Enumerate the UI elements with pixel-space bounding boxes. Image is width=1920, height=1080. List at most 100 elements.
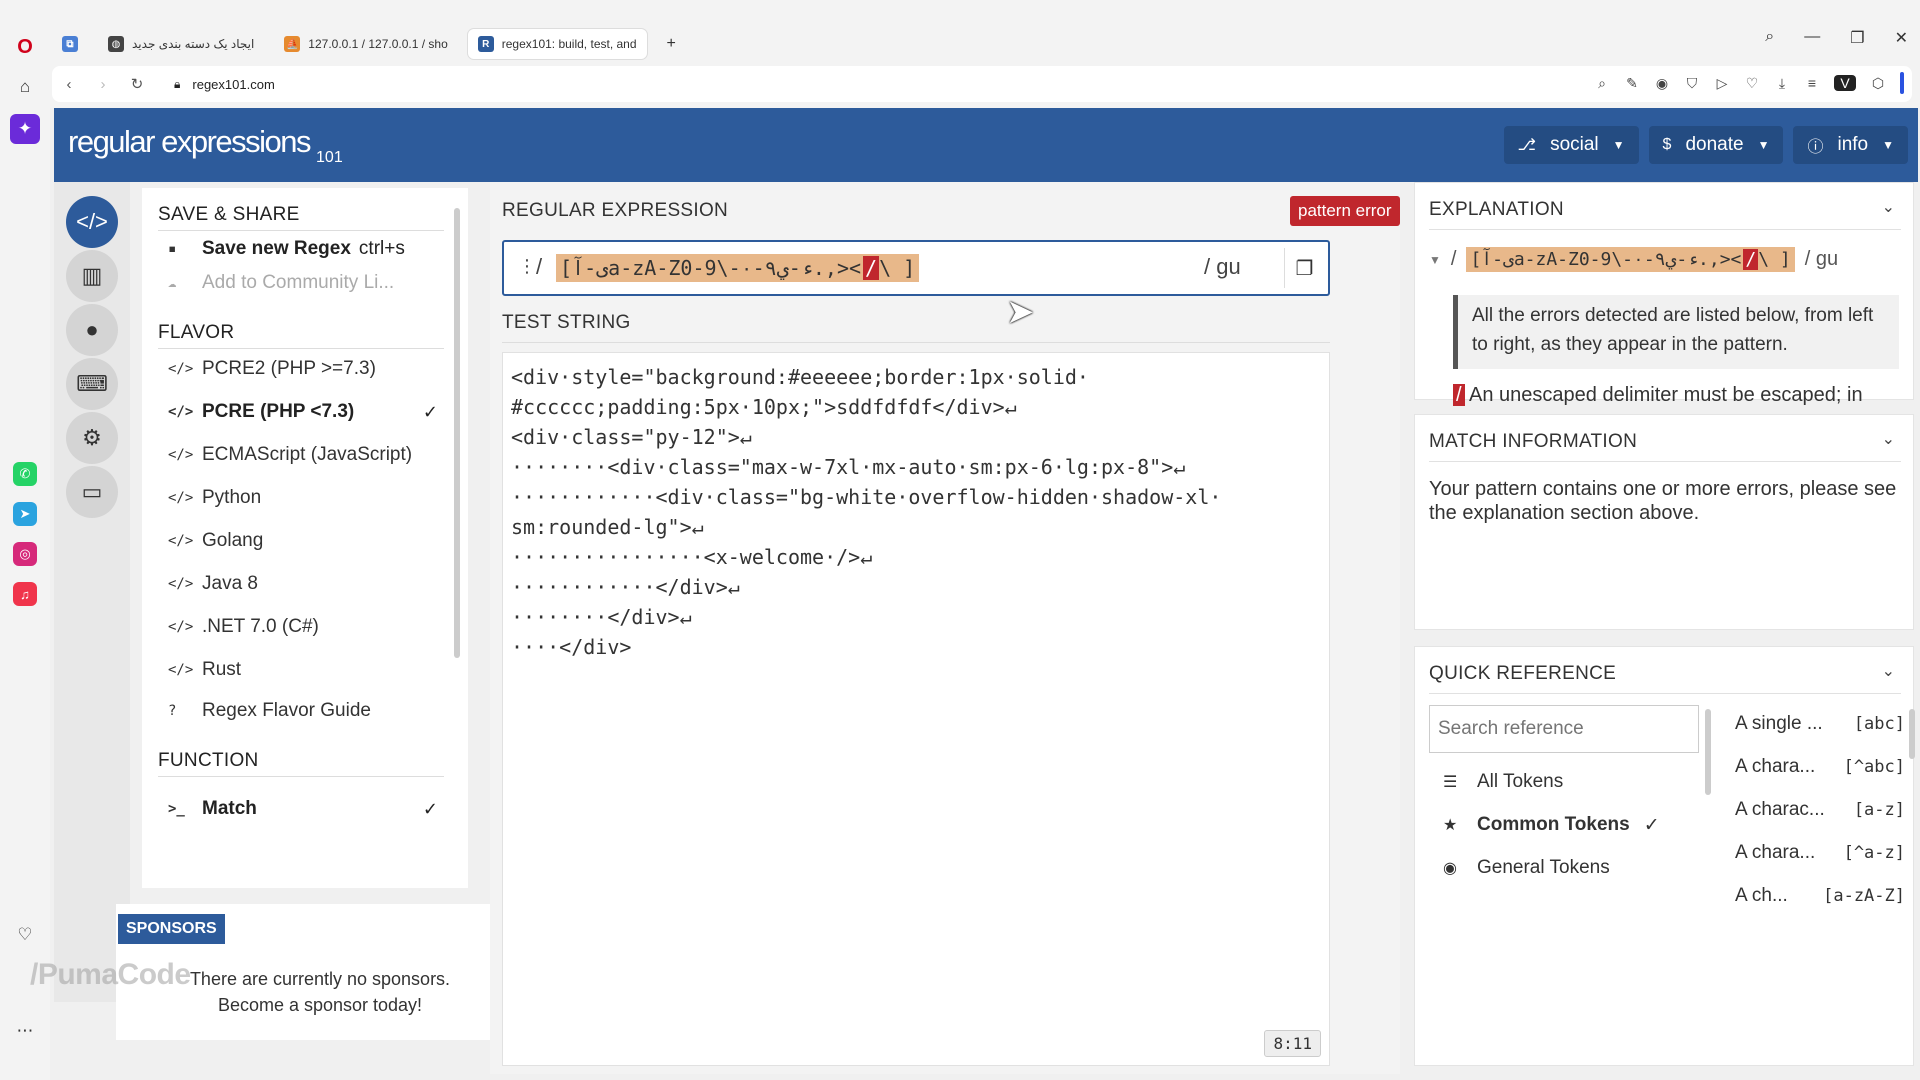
flavor-guide-link[interactable]: ? Regex Flavor Guide <box>168 694 444 728</box>
tab-item[interactable]: ◍ ایجاد یک دسته بندی جدید <box>98 29 264 59</box>
category-common-tokens[interactable]: ★ Common Tokens ✓ <box>1443 810 1660 840</box>
regex-label: REGULAR EXPRESSION <box>502 200 729 221</box>
social-button[interactable]: ⎇ social ▼ <box>1503 126 1639 164</box>
tab-title: ایجاد یک دسته بندی جدید <box>132 37 255 51</box>
flavor-golang[interactable]: </> Golang <box>168 524 444 558</box>
minimize-icon[interactable]: — <box>1804 28 1820 48</box>
code-icon: </> <box>168 533 194 549</box>
shield-icon[interactable]: ⛉ <box>1684 75 1700 92</box>
address-tools: ⌕ ✎ ◉ ⛉ ▷ ♡ ⤓ ≡ V ⬡ <box>1594 72 1904 94</box>
library-icon[interactable]: ▥ <box>66 250 118 302</box>
close-icon[interactable]: ✕ <box>1895 28 1908 48</box>
window-controls: ⌕ — ❐ ✕ <box>1765 28 1908 48</box>
home-icon[interactable]: ⌂ <box>10 72 40 102</box>
reference-item[interactable]: A ch... [a-zA-Z] <box>1735 881 1905 911</box>
flavor-rust[interactable]: </> Rust <box>168 653 444 687</box>
tab-manager-icon[interactable]: ⧉ <box>52 29 88 59</box>
divider <box>158 230 444 231</box>
menu-icon[interactable]: ≡ <box>1804 75 1820 91</box>
explanation-card: EXPLANATION ⌄ ▼ / [ی-آa-zA-Z0-9\-۰-۹ء-ي.… <box>1414 182 1914 438</box>
logo[interactable]: regular expressions 101 <box>68 124 343 167</box>
divider <box>158 348 444 349</box>
collapse-triangle-icon[interactable]: ▼ <box>1429 253 1441 267</box>
divider <box>1429 693 1901 694</box>
reload-icon[interactable]: ↻ <box>120 75 154 93</box>
camera-icon[interactable]: ◉ <box>1654 75 1670 92</box>
info-button[interactable]: ⓘ info ▼ <box>1793 126 1908 164</box>
category-general-tokens[interactable]: ◉ General Tokens <box>1443 853 1610 883</box>
divider <box>1429 461 1901 462</box>
chevron-down-icon: ▼ <box>1882 138 1894 152</box>
url-text[interactable]: regex101.com <box>192 77 274 92</box>
code-icon[interactable]: </> <box>66 196 118 248</box>
reference-scrollbar[interactable] <box>1909 709 1915 759</box>
chevron-down-icon[interactable]: ⌄ <box>1882 197 1895 217</box>
match-information-title: MATCH INFORMATION <box>1429 431 1638 452</box>
music-icon[interactable]: ♫ <box>13 582 37 606</box>
drag-handle-icon[interactable]: ⋮ <box>518 256 536 277</box>
code-line: sm:rounded-lg">↵ <box>511 515 704 539</box>
heart-icon[interactable]: ♡ <box>10 920 40 950</box>
instagram-icon[interactable]: ◎ <box>13 542 37 566</box>
flavor-dotnet[interactable]: </> .NET 7.0 (C#) <box>168 610 444 644</box>
search-reference-input[interactable] <box>1429 705 1699 753</box>
quiz-icon[interactable]: ⌨ <box>66 358 118 410</box>
forward-icon[interactable]: › <box>86 76 120 93</box>
reference-item[interactable]: A single ... [abc] <box>1735 709 1905 739</box>
aria-icon[interactable]: ✦ <box>10 114 40 144</box>
edit-icon[interactable]: ✎ <box>1624 75 1640 92</box>
reference-item[interactable]: A chara... [^abc] <box>1735 752 1905 782</box>
new-tab-button[interactable]: + <box>657 29 686 59</box>
code-line: ················<x-welcome·/>↵ <box>511 545 873 569</box>
telegram-icon[interactable]: ➤ <box>13 502 37 526</box>
sponsors-tag: SPONSORS <box>118 914 225 944</box>
donate-button[interactable]: $ donate ▼ <box>1648 126 1784 164</box>
settings-icon[interactable]: ⚙ <box>66 412 118 464</box>
function-match[interactable]: >_ Match ✓ <box>168 792 444 826</box>
flavor-pcre2[interactable]: </> PCRE2 (PHP >=7.3) <box>168 352 444 386</box>
chat-icon[interactable]: ▭ <box>66 466 118 518</box>
check-icon: ✓ <box>422 798 438 819</box>
become-sponsor-link[interactable]: Become a sponsor today! <box>116 992 524 1018</box>
match-information-card: MATCH INFORMATION ⌄ Your pattern contain… <box>1414 414 1914 630</box>
flavor-pcre[interactable]: </> PCRE (PHP <7.3) ✓ <box>168 395 444 429</box>
regex-pattern[interactable]: [ی-آa-zA-Z0-9\-۰-۹ء-ي.,>< / \ ] <box>556 254 920 282</box>
back-icon[interactable]: ‹ <box>52 76 86 93</box>
zoom-icon[interactable]: ⌕ <box>1594 75 1610 92</box>
category-scrollbar[interactable] <box>1705 709 1711 795</box>
user-icon[interactable]: ● <box>66 304 118 356</box>
search-icon[interactable]: ⌕ <box>1765 28 1774 48</box>
cursor-position: 8:11 <box>1264 1030 1321 1057</box>
regex-flags[interactable]: / gu <box>1204 254 1241 280</box>
chevron-down-icon[interactable]: ⌄ <box>1882 661 1895 681</box>
flavor-ecmascript[interactable]: </> ECMAScript (JavaScript) <box>168 438 444 472</box>
flavor-java8[interactable]: </> Java 8 <box>168 567 444 601</box>
test-string-editor[interactable]: <div·style="background:#eeeeee;border:1p… <box>502 352 1330 1066</box>
regex101-icon: R <box>477 36 494 52</box>
restore-icon[interactable]: ❐ <box>1850 28 1864 48</box>
vpn-icon[interactable]: V <box>1834 75 1856 91</box>
save-new-regex-button[interactable]: ▪ Save new Regex ctrl+s <box>168 232 444 266</box>
reference-item[interactable]: A charac... [a-z] <box>1735 795 1905 825</box>
whatsapp-icon[interactable]: ✆ <box>13 462 37 486</box>
download-icon[interactable]: ⤓ <box>1774 75 1790 92</box>
flavor-python[interactable]: </> Python <box>168 481 444 515</box>
tab-item[interactable]: ⛵ 127.0.0.1 / 127.0.0.1 / sho <box>274 29 457 59</box>
category-all-tokens[interactable]: ☰ All Tokens <box>1443 767 1563 797</box>
copy-icon[interactable]: ❐ <box>1284 248 1324 288</box>
left-panel-scrollbar[interactable] <box>454 208 460 658</box>
flavor-title: FLAVOR <box>158 322 235 343</box>
cube-icon[interactable]: ⬡ <box>1870 75 1886 92</box>
tab-item-active[interactable]: R regex101: build, test, and <box>467 29 647 59</box>
regex-input[interactable]: ⋮ / [ی-آa-zA-Z0-9\-۰-۹ء-ي.,>< / \ ] / gu ❐ <box>502 240 1330 296</box>
more-icon[interactable]: ⋯ <box>10 1016 40 1046</box>
heart-icon[interactable]: ♡ <box>1744 75 1760 92</box>
add-to-community-button[interactable]: ☁ Add to Community Li... <box>168 266 444 300</box>
reference-item[interactable]: A chara... [^a-z] <box>1735 838 1905 868</box>
chevron-down-icon[interactable]: ⌄ <box>1882 429 1895 449</box>
play-icon[interactable]: ▷ <box>1714 75 1730 92</box>
opera-logo-icon[interactable]: O <box>10 32 40 62</box>
stack-icon: ☰ <box>1443 774 1458 791</box>
dollar-icon: $ <box>1662 136 1672 153</box>
tab-title: 127.0.0.1 / 127.0.0.1 / sho <box>308 37 448 51</box>
